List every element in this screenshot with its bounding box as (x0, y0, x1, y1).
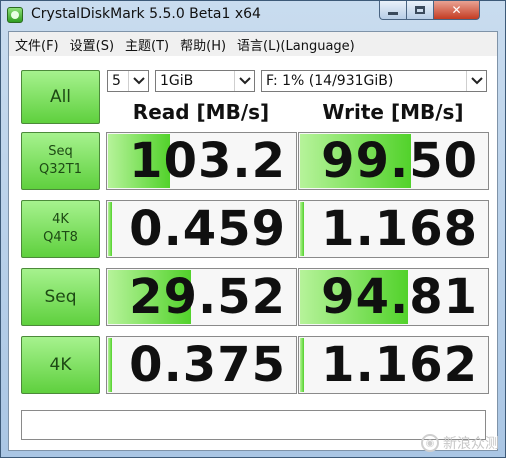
drive-value: F: 1% (14/931GiB) (266, 73, 394, 89)
menu-file[interactable]: 文件(F) (10, 35, 64, 54)
write-bar (300, 338, 304, 392)
write-value: 94.81 (321, 269, 478, 325)
watermark-text: 新浪众测 (443, 436, 499, 452)
benchmark-panel: All 5 1GiB F: 1% (14/931GiB) Read [MB/s]… (9, 56, 497, 450)
app-window: CrystalDiskMark 5.5.0 Beta1 x64 ✕ 文件(F) … (0, 0, 506, 458)
test-button-4k-q4t8[interactable]: 4K Q4T8 (21, 200, 100, 258)
minimize-icon (388, 11, 398, 15)
test-label-line1: Seq (48, 144, 73, 159)
read-bar (108, 202, 112, 256)
write-result-4k-q4t8: 1.168 (298, 200, 489, 258)
test-button-4k[interactable]: 4K (21, 336, 100, 394)
chevron-down-icon (234, 71, 254, 91)
menu-theme[interactable]: 主题(T) (120, 35, 174, 54)
watermark-logo-icon: ◉ (421, 434, 439, 452)
maximize-icon (415, 6, 425, 14)
write-value: 1.162 (321, 337, 478, 393)
write-value: 1.168 (321, 201, 478, 257)
minimize-button[interactable] (379, 1, 407, 20)
test-count-select[interactable]: 5 (107, 70, 149, 92)
all-button[interactable]: All (21, 70, 100, 124)
test-size-value: 1GiB (160, 73, 194, 89)
title-bar[interactable]: CrystalDiskMark 5.5.0 Beta1 x64 ✕ (1, 1, 505, 31)
read-result-4k: 0.375 (106, 336, 297, 394)
read-value: 0.375 (129, 337, 286, 393)
client-area: 文件(F) 设置(S) 主题(T) 帮助(H) 语言(L)(Language) … (8, 31, 498, 451)
read-value: 29.52 (129, 269, 286, 325)
write-header: Write [MB/s] (322, 100, 464, 124)
test-button-seq[interactable]: Seq (21, 268, 100, 326)
test-button-seq-q32t1[interactable]: Seq Q32T1 (21, 132, 100, 190)
test-size-select[interactable]: 1GiB (155, 70, 255, 92)
chevron-down-icon (466, 71, 486, 91)
close-button[interactable]: ✕ (433, 1, 480, 20)
read-result-seq: 29.52 (106, 268, 297, 326)
write-result-seq-q32t1: 99.50 (298, 132, 489, 190)
test-label-line2: Q32T1 (39, 162, 82, 177)
app-icon (7, 7, 23, 23)
read-result-4k-q4t8: 0.459 (106, 200, 297, 258)
write-bar (300, 202, 304, 256)
write-result-4k: 1.162 (298, 336, 489, 394)
comment-field[interactable] (21, 410, 486, 440)
test-label-line1: Seq (44, 287, 77, 307)
maximize-button[interactable] (406, 1, 434, 20)
test-label-line1: 4K (49, 355, 72, 375)
window-title: CrystalDiskMark 5.5.0 Beta1 x64 (31, 6, 261, 22)
menu-language[interactable]: 语言(L)(Language) (232, 35, 360, 54)
test-label-line1: 4K (52, 212, 69, 227)
read-result-seq-q32t1: 103.2 (106, 132, 297, 190)
menu-bar: 文件(F) 设置(S) 主题(T) 帮助(H) 语言(L)(Language) (9, 32, 497, 56)
drive-select[interactable]: F: 1% (14/931GiB) (261, 70, 487, 92)
watermark: ◉ 新浪众测 (421, 433, 499, 453)
menu-help[interactable]: 帮助(H) (175, 35, 231, 54)
read-value: 0.459 (129, 201, 286, 257)
close-icon: ✕ (451, 3, 462, 17)
read-bar (108, 338, 112, 392)
read-value: 103.2 (129, 133, 286, 189)
menu-settings[interactable]: 设置(S) (65, 35, 119, 54)
read-header: Read [MB/s] (132, 100, 270, 124)
write-value: 99.50 (321, 133, 478, 189)
write-result-seq: 94.81 (298, 268, 489, 326)
test-label-line2: Q4T8 (43, 230, 78, 245)
test-count-value: 5 (112, 73, 121, 89)
all-button-label: All (49, 87, 72, 107)
chevron-down-icon (128, 71, 148, 91)
